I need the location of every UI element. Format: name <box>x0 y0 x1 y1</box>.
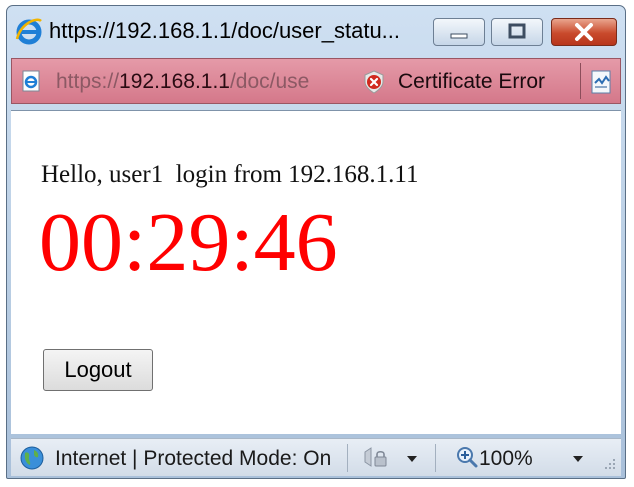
status-separator <box>347 444 348 472</box>
url-path: /doc/use <box>229 70 310 93</box>
globe-icon <box>20 446 44 470</box>
ie-logo-icon <box>15 18 42 45</box>
browser-window: https://192.168.1.1/doc/user_statu... ht… <box>6 5 626 479</box>
chevron-down-icon[interactable] <box>405 454 419 464</box>
logout-button[interactable]: Logout <box>43 349 153 391</box>
minimize-button[interactable] <box>433 18 485 46</box>
resize-grip-icon[interactable] <box>603 457 617 471</box>
certificate-error-label[interactable]: Certificate Error <box>398 70 545 94</box>
page-content: Hello, user1 login from 192.168.1.11 00:… <box>11 110 621 434</box>
address-divider <box>580 63 581 99</box>
status-bar: Internet | Protected Mode: On 100% <box>11 438 621 476</box>
login-greeting: Hello, user1 login from 192.168.1.11 <box>41 161 419 188</box>
status-separator <box>435 444 436 472</box>
url-host: 192.168.1.1 <box>119 70 230 93</box>
address-bar[interactable]: https://192.168.1.1/doc/use Certificate … <box>11 58 621 104</box>
compatibility-view-icon[interactable] <box>590 69 614 95</box>
title-bar[interactable]: https://192.168.1.1/doc/user_statu... <box>7 6 625 56</box>
close-button[interactable] <box>551 18 617 46</box>
url-text[interactable]: https://192.168.1.1/doc/use <box>56 70 309 94</box>
close-icon <box>575 23 593 41</box>
zoom-level[interactable]: 100% <box>479 447 533 471</box>
page-icon <box>22 70 40 92</box>
minimize-icon <box>450 33 468 39</box>
chevron-down-icon[interactable] <box>571 454 585 464</box>
maximize-icon <box>508 23 526 39</box>
maximize-button[interactable] <box>491 18 543 46</box>
zoom-icon[interactable] <box>455 445 479 469</box>
session-timer: 00:29:46 <box>39 196 338 289</box>
window-title: https://192.168.1.1/doc/user_statu... <box>49 18 401 43</box>
lock-icon[interactable] <box>361 446 391 470</box>
certificate-error-icon[interactable] <box>362 70 386 94</box>
url-scheme: https:// <box>56 70 120 93</box>
security-zone-text[interactable]: Internet | Protected Mode: On <box>55 447 341 471</box>
